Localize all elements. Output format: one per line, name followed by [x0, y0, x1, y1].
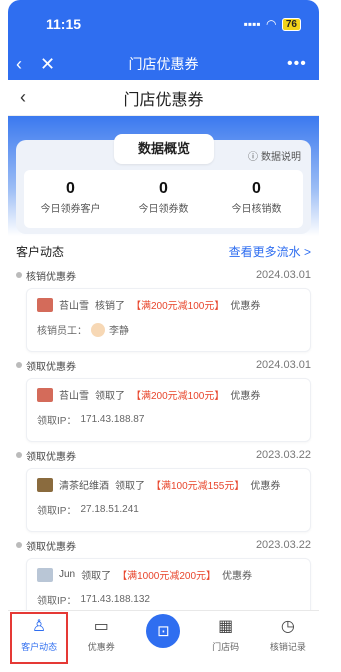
battery-icon: 76	[281, 17, 301, 31]
overview-tab[interactable]: 数据概览	[114, 134, 214, 164]
timeline-dot	[16, 362, 22, 368]
entry-date: 2024.03.01	[255, 359, 311, 371]
action-text: 领取了	[81, 571, 112, 582]
detail-value: 李静	[109, 326, 129, 337]
status-time: 11:15	[46, 16, 82, 32]
stat-today-redeemed: 0 今日核销数	[210, 170, 303, 228]
activity-feed: 核销优惠券 2024.03.01 苔山雪 核销了 【满200元减100元】 优惠…	[16, 266, 311, 626]
stat-today-claims: 0 今日领券数	[117, 170, 210, 228]
stat-value: 0	[66, 180, 75, 197]
data-help-label: 数据说明	[261, 152, 301, 163]
entry-type: 领取优惠券	[26, 361, 76, 373]
customer-name: Jun	[59, 569, 76, 580]
data-help-link[interactable]: ⓘ 数据说明	[248, 148, 301, 163]
stat-value: 0	[252, 180, 261, 197]
entry-date: 2024.03.01	[255, 269, 311, 281]
avatar	[37, 567, 53, 582]
entry-type: 领取优惠券	[26, 451, 76, 463]
tab-redeem-records[interactable]: ◷ 核销记录	[259, 614, 317, 658]
status-bar: 11:15 ▪▪▪▪ ◠ 76	[8, 0, 319, 48]
coupon-icon: ▭	[93, 618, 109, 635]
tab-coupons[interactable]: ▭ 优惠券	[72, 614, 130, 658]
tab-label: 客户动态	[21, 642, 58, 652]
list-item[interactable]: 领取优惠券 2023.03.22 清茶纪维酒 领取了 【满100元减155元】 …	[16, 446, 311, 536]
detail-label: 领取IP：	[37, 596, 77, 607]
coupon-name: 【满200元减100元】	[131, 301, 225, 312]
coupon-name: 【满100元减155元】	[151, 481, 245, 492]
person-icon: ♙	[31, 618, 47, 635]
stat-label: 今日核销数	[231, 204, 282, 215]
action-text: 核销了	[95, 301, 125, 312]
customer-name: 苔山雪	[59, 391, 89, 402]
avatar	[37, 387, 53, 402]
customer-dynamics-header: 客户动态 查看更多流水 >	[16, 240, 311, 262]
entry-card: 苔山雪 核销了 【满200元减100元】 优惠券 核销员工： 李静	[26, 288, 311, 352]
app-nav-title: 门店优惠券	[128, 56, 199, 72]
tab-label: 门店码	[212, 642, 240, 652]
close-icon[interactable]: ✕	[40, 54, 80, 75]
entry-date: 2023.03.22	[255, 449, 311, 461]
customer-name: 苔山雪	[59, 301, 89, 312]
signal-icon: ▪▪▪▪	[243, 17, 261, 31]
back-button[interactable]: ‹	[20, 87, 44, 108]
status-indicators: ▪▪▪▪ ◠ 76	[244, 17, 301, 31]
list-item[interactable]: 核销优惠券 2024.03.01 苔山雪 核销了 【满200元减100元】 优惠…	[16, 266, 311, 356]
action-text: 领取了	[115, 481, 145, 492]
customer-name: 清茶纪维酒	[59, 481, 109, 492]
wifi-icon: ◠	[266, 17, 276, 31]
action-text: 领取了	[95, 391, 125, 402]
timeline-dot	[16, 272, 22, 278]
avatar	[37, 297, 53, 312]
history-icon: ◷	[280, 618, 295, 635]
bottom-tab-bar: ♙ 客户动态 ▭ 优惠券 ⊡ ▦ 门店码 ◷ 核销记录	[8, 610, 319, 664]
more-icon[interactable]: •••	[287, 55, 311, 73]
app-nav-bar: ‹ ✕ 门店优惠券 •••	[8, 48, 319, 80]
tab-customer-dynamics[interactable]: ♙ 客户动态	[10, 612, 69, 664]
tab-store-code[interactable]: ▦ 门店码	[197, 614, 255, 658]
list-item[interactable]: 领取优惠券 2024.03.01 苔山雪 领取了 【满200元减100元】 优惠…	[16, 356, 311, 446]
chevron-left-icon[interactable]: ‹	[16, 54, 40, 75]
timeline-dot	[16, 542, 22, 548]
stats-panel: 0 今日领券客户 0 今日领券数 0 今日核销数	[24, 170, 303, 228]
coupon-suffix: 优惠券	[230, 301, 261, 312]
staff-avatar	[91, 322, 105, 337]
coupon-suffix: 优惠券	[230, 391, 261, 402]
view-more-flow-link[interactable]: 查看更多流水 >	[229, 243, 311, 260]
detail-label: 领取IP：	[37, 506, 77, 517]
page-title: 门店优惠券	[123, 91, 204, 109]
question-icon: ⓘ	[248, 152, 258, 163]
coupon-name: 【满1000元减200元】	[117, 571, 217, 582]
detail-label: 核销员工：	[37, 326, 87, 337]
stat-label: 今日领券客户	[40, 204, 101, 215]
page-header: ‹ 门店优惠券	[8, 80, 319, 116]
stat-label: 今日领券数	[138, 204, 189, 215]
entry-type: 核销优惠券	[26, 271, 76, 283]
coupon-name: 【满200元减100元】	[131, 391, 225, 402]
timeline-dot	[16, 452, 22, 458]
tab-scan[interactable]: ⊡	[134, 614, 192, 658]
entry-type: 领取优惠券	[26, 541, 76, 553]
detail-value: 171.43.188.132	[80, 594, 150, 605]
detail-value: 171.43.188.87	[80, 414, 145, 425]
avatar	[37, 477, 53, 492]
coupon-suffix: 优惠券	[250, 481, 281, 492]
section-title: 客户动态	[16, 244, 65, 259]
tab-label: 优惠券	[87, 642, 115, 652]
qr-code-icon: ▦	[218, 618, 234, 635]
stat-value: 0	[159, 180, 168, 197]
data-overview-card: 数据概览 ⓘ 数据说明 0 今日领券客户 0 今日领券数 0 今日核销数	[16, 134, 311, 234]
stat-today-customers: 0 今日领券客户	[24, 170, 117, 228]
coupon-suffix: 优惠券	[222, 571, 253, 582]
tab-label: 核销记录	[269, 642, 306, 652]
entry-card: 清茶纪维酒 领取了 【满100元减155元】 优惠券 领取IP： 27.18.5…	[26, 468, 311, 532]
detail-value: 27.18.51.241	[80, 504, 139, 515]
scan-icon: ⊡	[146, 614, 181, 648]
entry-date: 2023.03.22	[255, 539, 311, 551]
detail-label: 领取IP：	[37, 416, 77, 427]
entry-card: 苔山雪 领取了 【满200元减100元】 优惠券 领取IP： 171.43.18…	[26, 378, 311, 442]
